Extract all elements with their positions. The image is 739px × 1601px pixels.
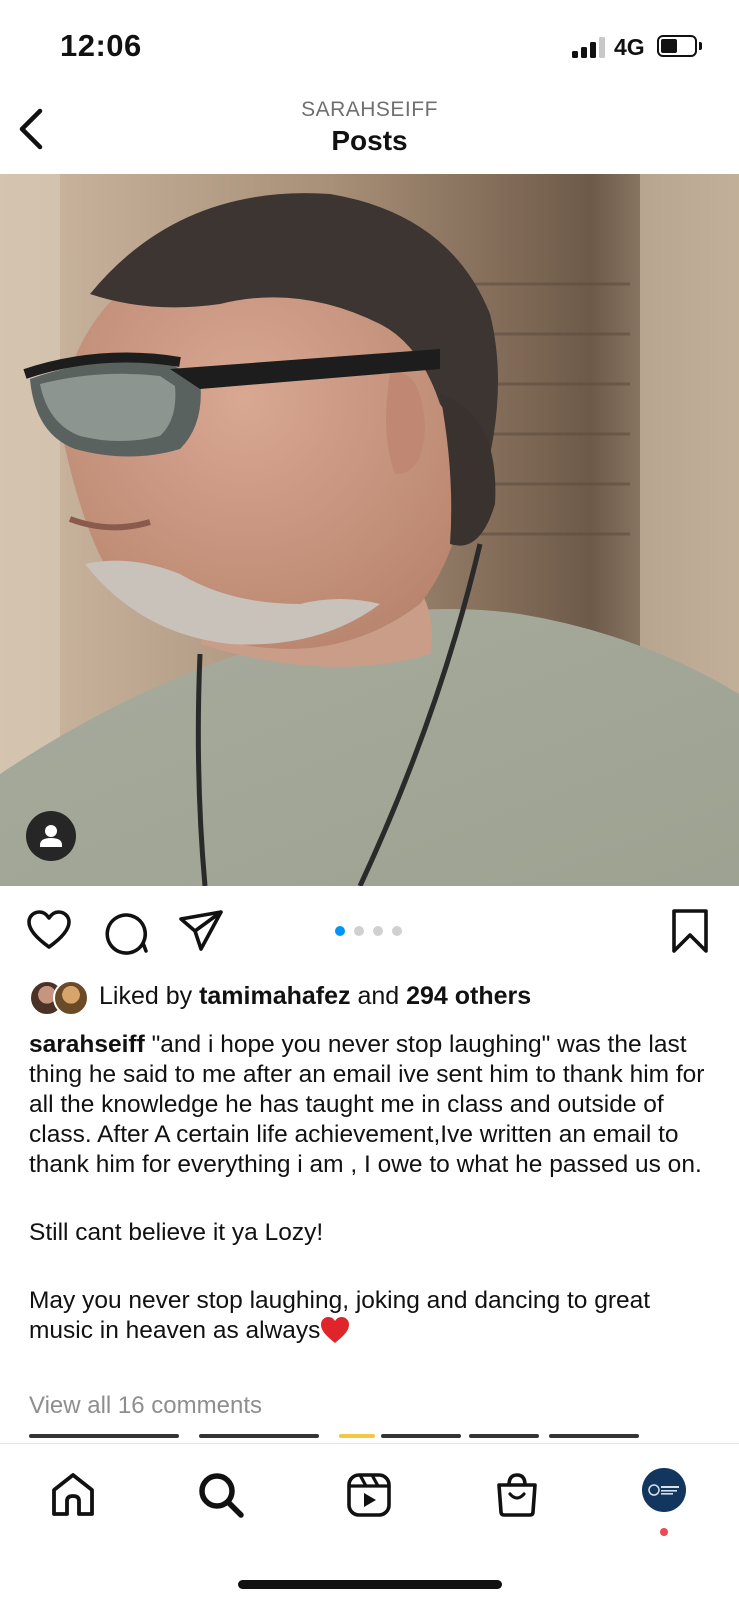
nav-header: SARAHSEIFF Posts	[0, 90, 739, 175]
bookmark-icon	[672, 909, 708, 953]
liker-username[interactable]: tamimahafez	[199, 982, 350, 1010]
tab-shop[interactable]	[492, 1470, 542, 1520]
carousel-dot	[392, 926, 402, 936]
status-bar: 12:06 4G	[0, 0, 739, 90]
search-icon	[199, 1473, 244, 1518]
battery-cap	[699, 42, 702, 50]
carousel-dot	[373, 926, 383, 936]
paper-plane-icon	[179, 910, 223, 951]
reels-icon	[347, 1473, 391, 1517]
likes-row[interactable]: Liked by tamimahafez and 294 others	[29, 980, 729, 1016]
heart-icon	[27, 910, 71, 949]
status-time: 12:06	[60, 28, 142, 63]
comment-bubble-icon	[105, 913, 148, 955]
home-indicator	[238, 1580, 502, 1589]
post-photo[interactable]	[0, 174, 739, 886]
home-icon	[52, 1473, 94, 1516]
tab-search[interactable]	[196, 1470, 246, 1520]
tab-reels[interactable]	[344, 1470, 394, 1520]
battery-icon	[657, 35, 697, 57]
carousel-dot	[354, 926, 364, 936]
post-caption: sarahseiff "and i hope you never stop la…	[29, 1030, 719, 1346]
tab-home[interactable]	[48, 1470, 98, 1520]
likes-text: Liked by tamimahafez and 294 others	[99, 982, 531, 1011]
share-button[interactable]	[177, 907, 225, 955]
bottom-tab-bar	[0, 1443, 739, 1601]
post-action-bar	[0, 893, 739, 973]
page-title: Posts	[331, 125, 408, 156]
caption-username[interactable]: sarahseiff	[29, 1031, 145, 1058]
view-all-comments-link[interactable]: View all 16 comments	[29, 1392, 262, 1420]
profile-avatar	[642, 1468, 686, 1512]
likes-count[interactable]: 294 others	[406, 982, 531, 1010]
comment-button[interactable]	[102, 907, 150, 955]
like-button[interactable]	[25, 907, 73, 955]
carousel-dot	[335, 926, 345, 936]
red-heart-emoji-icon	[321, 1317, 350, 1343]
person-tag-icon	[40, 825, 62, 847]
shopping-bag-icon	[497, 1473, 537, 1517]
tagged-people-button[interactable]	[26, 811, 76, 861]
likes-prefix: Liked by	[99, 982, 200, 1010]
liker-avatar	[53, 980, 89, 1016]
network-type: 4G	[614, 34, 645, 60]
tab-profile[interactable]	[642, 1468, 686, 1512]
likes-connector: and	[350, 982, 407, 1010]
cellular-signal-icon	[572, 36, 606, 58]
header-username: SARAHSEIFF	[301, 98, 438, 121]
photo-of-man-in-sunglasses	[0, 174, 739, 886]
notification-dot	[660, 1528, 668, 1536]
save-button[interactable]	[666, 907, 714, 955]
caption-paragraph-2: Still cant believe it ya Lozy!	[29, 1219, 324, 1246]
